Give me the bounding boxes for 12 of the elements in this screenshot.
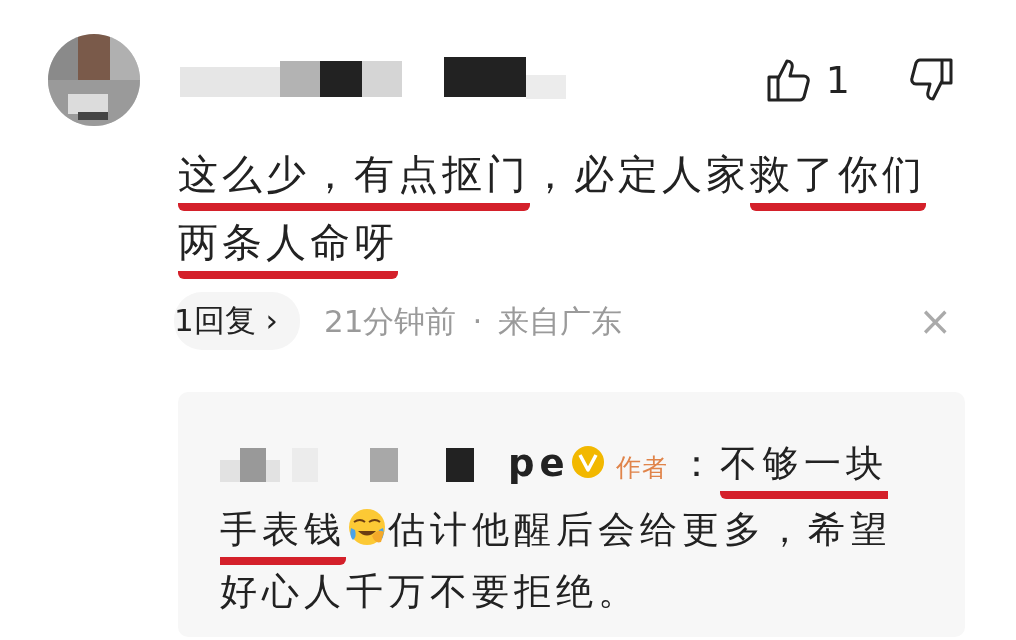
reply-text: pe 作者 ：不够一块手表钱 估计他醒后会给更多，希望好心人千万不要拒绝。	[220, 441, 893, 615]
thumbs-up-icon[interactable]	[765, 57, 810, 103]
replies-button[interactable]: 1回复 ›	[174, 292, 300, 350]
comment-text: 这么少，有点抠门，必定人家救了你们 两条人命呀	[178, 140, 968, 276]
location: 来自广东	[498, 301, 623, 341]
thumbs-down-icon[interactable]	[910, 57, 954, 103]
separator: ·	[472, 301, 483, 341]
reply-author-name: pe	[508, 442, 570, 485]
author-tag: 作者	[615, 453, 668, 482]
like-count: 1	[825, 56, 850, 104]
crying-laughing-face-icon	[346, 506, 388, 548]
timestamp: 21分钟前	[324, 301, 457, 341]
